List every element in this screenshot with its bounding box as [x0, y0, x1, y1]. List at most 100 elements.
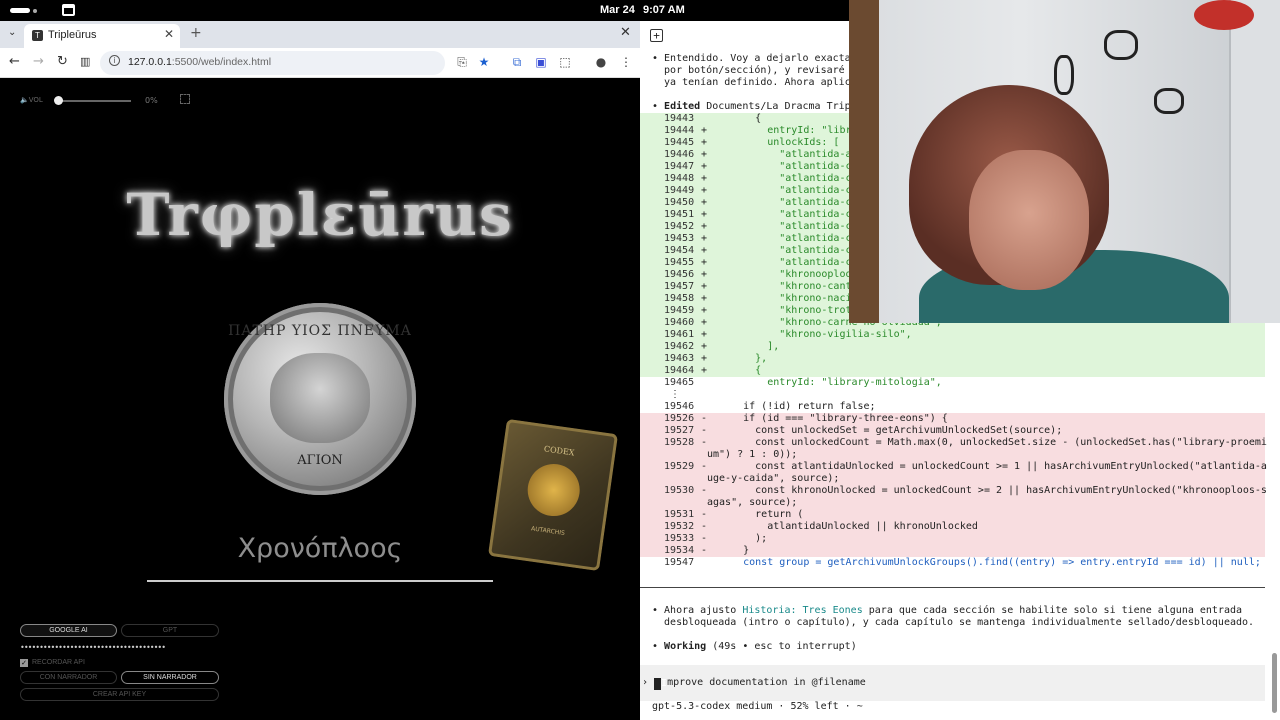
codex-book-button[interactable]: CODEX AUTARCHIS	[487, 418, 619, 572]
line-number: 19526	[664, 413, 695, 424]
extension-translate-icon[interactable]: ⧉	[510, 55, 524, 69]
hanging-bag-image	[1054, 55, 1074, 95]
code-text: "atlantida-c	[707, 233, 852, 244]
back-icon[interactable]: ←	[9, 54, 20, 69]
code-text: },	[707, 353, 768, 364]
window-switcher-icon[interactable]	[62, 4, 75, 16]
line-number: 19450	[664, 197, 695, 208]
new-terminal-tab-icon[interactable]: +	[650, 29, 663, 42]
line-number: 19531	[664, 509, 695, 520]
code-text: entryId: "library-mitologia",	[707, 377, 942, 388]
diff-removed-line: 19532- atlantidaUnlocked || khronoUnlock…	[640, 521, 1265, 533]
tab-bar: ⌄ T Tripleūrus ✕ + ✕	[0, 21, 640, 48]
remember-api-checkbox[interactable]: ✓	[20, 659, 28, 667]
assistant-message: • Ahora ajusto Historia: Tres Eones para…	[652, 605, 1243, 616]
line-number: 19528	[664, 437, 695, 448]
prompt-line[interactable]: › Improve documentation in @filename	[642, 677, 866, 690]
line-number: 19465	[664, 377, 695, 388]
working-status: • Working (49s • esc to interrupt)	[652, 641, 857, 652]
con-narrador-button[interactable]: CON NARRADOR	[20, 671, 117, 684]
line-number: 19453	[664, 233, 695, 244]
line-number: 19462	[664, 341, 695, 352]
code-text: );	[707, 533, 768, 544]
extensions-puzzle-icon[interactable]: ⬚	[558, 55, 572, 69]
code-text: agas", source);	[707, 497, 798, 508]
text-cursor: I	[654, 678, 667, 690]
assistant-message-cont: desbloqueada (intro o capítulo), y cada …	[652, 617, 1255, 628]
api-key-field[interactable]: ••••••••••••••••••••••••••••••••••••••	[20, 643, 166, 652]
tab-search-chevron-icon[interactable]: ⌄	[8, 27, 16, 38]
diff-added-line: 19463 + },	[640, 353, 1265, 365]
new-tab-icon[interactable]: +	[190, 25, 202, 41]
site-info-icon[interactable]: i	[109, 55, 120, 66]
menu-kebab-icon[interactable]: ⋮	[619, 55, 633, 69]
line-number: 19533	[664, 533, 695, 544]
extension-icon[interactable]: ▣	[534, 55, 548, 69]
hanging-bag-image	[1154, 88, 1184, 114]
code-text: "atlantida-c	[707, 209, 852, 220]
volume-slider[interactable]	[57, 100, 131, 102]
code-text: const unlockedSet = getArchivumUnlockedS…	[707, 425, 1063, 436]
browser-toolbar: ← → ↻ ▥ i 127.0.0.1:5500/web/index.html …	[0, 48, 640, 78]
google-ai-button[interactable]: GOOGLE AI	[20, 624, 117, 637]
intro-message-line: ya tenían definido. Ahora aplico	[652, 77, 863, 88]
diff-removed-line: 19530- const khronoUnlocked = unlockedCo…	[640, 485, 1267, 497]
coin-inscription-bottom: ΑΓΙΟΝ	[297, 453, 343, 468]
code-text: if (!id) return false;	[707, 401, 876, 412]
side-panel-icon[interactable]: ▥	[80, 55, 90, 68]
profile-avatar-icon[interactable]: ●	[594, 55, 608, 69]
hanging-bag-image	[1104, 30, 1138, 60]
fullscreen-icon[interactable]	[180, 94, 190, 104]
bookmark-star-icon[interactable]: ★	[477, 55, 491, 69]
tab-title: Tripleūrus	[48, 29, 97, 41]
activities-indicator[interactable]	[10, 8, 30, 13]
address-bar[interactable]: i 127.0.0.1:5500/web/index.html	[100, 51, 445, 75]
code-text: const unlockedCount = Math.max(0, unlock…	[707, 437, 1267, 448]
line-number: 19456	[664, 269, 695, 280]
url-text[interactable]: 127.0.0.1:5500/web/index.html	[128, 56, 271, 68]
red-hat-image	[1194, 0, 1254, 30]
code-text: {	[707, 113, 762, 124]
prompt-input[interactable]: › Improve documentation in @filename	[640, 665, 1265, 701]
line-number: 19445	[664, 137, 695, 148]
forward-icon[interactable]: →	[33, 54, 44, 69]
section-link[interactable]: Historia: Tres Eones	[742, 605, 862, 616]
door-image	[1229, 0, 1280, 323]
tab-close-icon[interactable]: ✕	[164, 27, 174, 41]
line-number: 19530	[664, 485, 695, 496]
coin-inscription-top: ΠΑΤΗΡ ΥΙΟΣ ΠΝΕΥΜΑ	[228, 323, 412, 339]
code-text: }	[707, 545, 750, 556]
volume-slider-handle[interactable]	[54, 96, 63, 105]
code-text: "atlantida-c	[707, 245, 852, 256]
system-time[interactable]: 9:07 AM	[643, 4, 685, 16]
code-text: "khronooploo	[707, 269, 852, 280]
prompt-text[interactable]: mprove documentation in @filename	[667, 677, 866, 688]
code-text: "atlantida-c	[707, 173, 852, 184]
translate-icon[interactable]: ⎘	[455, 55, 469, 69]
code-text: "khrono-cant	[707, 281, 852, 292]
code-text: "khrono-trot	[707, 305, 852, 316]
code-text: if (id === "library-three-eons") {	[707, 413, 948, 424]
line-number: 19444	[664, 125, 695, 136]
line-number: 19452	[664, 221, 695, 232]
line-number: 19463	[664, 353, 695, 364]
line-number: 19446	[664, 149, 695, 160]
code-text: const khronoUnlocked = unlockedCount >= …	[707, 485, 1267, 496]
terminal-scrollbar[interactable]	[1272, 653, 1277, 713]
crear-api-key-button[interactable]: CREAR API KEY	[20, 688, 219, 701]
code-text: const atlantidaUnlocked = unlockedCount …	[707, 461, 1267, 472]
line-number: 19534	[664, 545, 695, 556]
diff-removed-line: um") ? 1 : 0));	[640, 449, 1265, 461]
workspace-dot[interactable]	[33, 9, 37, 13]
system-date[interactable]: Mar 24	[600, 4, 635, 16]
gpt-button[interactable]: GPT	[121, 624, 219, 637]
intro-message-line: • Entendido. Voy a dejarlo exactame	[652, 53, 863, 64]
sin-narrador-button[interactable]: SIN NARRADOR	[121, 671, 219, 684]
browser-tab[interactable]: T Tripleūrus ✕	[24, 24, 180, 48]
code-text: "atlantida-c	[707, 197, 852, 208]
diff-removed-line: 19533- );	[640, 533, 1265, 545]
line-number: 19443	[664, 113, 695, 124]
line-number: 19449	[664, 185, 695, 196]
reload-icon[interactable]: ↻	[57, 54, 68, 69]
window-close-icon[interactable]: ✕	[620, 25, 631, 40]
